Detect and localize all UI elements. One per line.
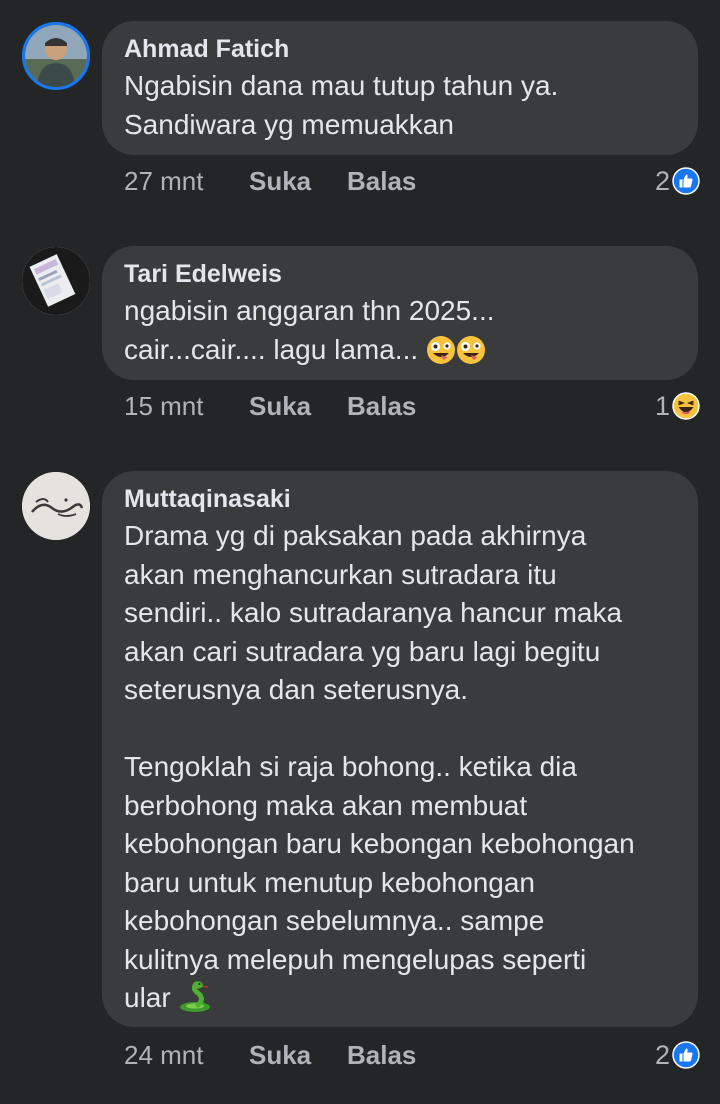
comment-line: Ngabisin dana mau tutup tahun ya. [124,70,559,101]
comment-line: ular [124,982,171,1013]
comment-actions: 15 mnt Suka Balas 1 [124,386,700,426]
like-button[interactable]: Suka [249,1035,311,1075]
comment-text: Drama yg di paksakan pada akhirnya akan … [124,517,676,1018]
comment-author[interactable]: Ahmad Fatich [124,31,676,67]
reactions-summary[interactable]: 2 [655,161,700,201]
reply-button[interactable]: Balas [347,386,416,426]
like-button[interactable]: Suka [249,386,311,426]
comment-time[interactable]: 15 mnt [124,386,204,426]
reaction-count: 2 [654,166,670,196]
comment-line: kebohongan baru kebongan kebohongan [124,828,635,859]
comment-text: Ngabisin dana mau tutup tahun ya. Sandiw… [124,67,676,144]
reaction-count: 1 [654,391,670,421]
comment-line: baru untuk menutup kebohongan [124,866,535,898]
zany-face-icon [456,335,485,364]
comment-line: akan cari sutradara yg baru lagi begitu [124,635,601,667]
comment-bubble: Tari Edelweis ngabisin anggaran thn 2025… [102,246,698,380]
reaction-count: 2 [654,1040,670,1070]
comment-line: kebohongan sebelumnya.. sampe [124,905,545,936]
avatar[interactable] [22,247,90,315]
zany-face-icon [426,335,455,364]
comment-line: kulitnya melepuh mengelupas seperti [124,943,587,975]
reply-button[interactable]: Balas [347,161,416,201]
avatar-photo-icon [22,472,90,540]
reactions-summary[interactable]: 1 [655,386,700,426]
comment-line: seterusnya dan seterusnya. [124,674,468,705]
comment-line: sendiri.. kalo sutradaranya hancur maka [124,597,623,628]
comment-text: ngabisin anggaran thn 2025... cair...cai… [124,292,676,369]
comment-actions: 24 mnt Suka Balas 2 [124,1035,700,1075]
comment-time[interactable]: 27 mnt [124,161,204,201]
reply-button[interactable]: Balas [347,1035,416,1075]
comment-actions: 27 mnt Suka Balas 2 [124,161,700,201]
comment-bubble: Ahmad Fatich Ngabisin dana mau tutup tah… [102,21,698,155]
comment-line: Drama yg di paksakan pada akhirnya [124,520,587,551]
comment-line: akan menghancurkan sutradara itu [124,558,557,590]
comment-line: cair...cair.... lagu lama... [124,333,419,365]
comment-line: ngabisin anggaran thn 2025... [124,295,495,326]
comment-time[interactable]: 24 mnt [124,1035,204,1075]
snake-icon [180,981,211,1012]
avatar-photo-icon [25,25,87,87]
comment-bubble: Muttaqinasaki Drama yg di paksakan pada … [102,471,698,1027]
avatar-photo-icon [22,247,90,315]
like-icon [672,167,700,195]
like-button[interactable]: Suka [249,161,311,201]
comment-line: berbohong maka akan membuat [124,789,528,821]
comment-author[interactable]: Muttaqinasaki [124,481,676,517]
comment-line: Sandiwara yg memuakkan [124,108,454,140]
haha-icon [672,392,700,420]
comment-author[interactable]: Tari Edelweis [124,256,676,292]
avatar[interactable] [22,22,90,90]
reactions-summary[interactable]: 2 [655,1035,700,1075]
comment-line: Tengoklah si raja bohong.. ketika dia [124,751,577,782]
like-icon [672,1041,700,1069]
avatar[interactable] [22,472,90,540]
